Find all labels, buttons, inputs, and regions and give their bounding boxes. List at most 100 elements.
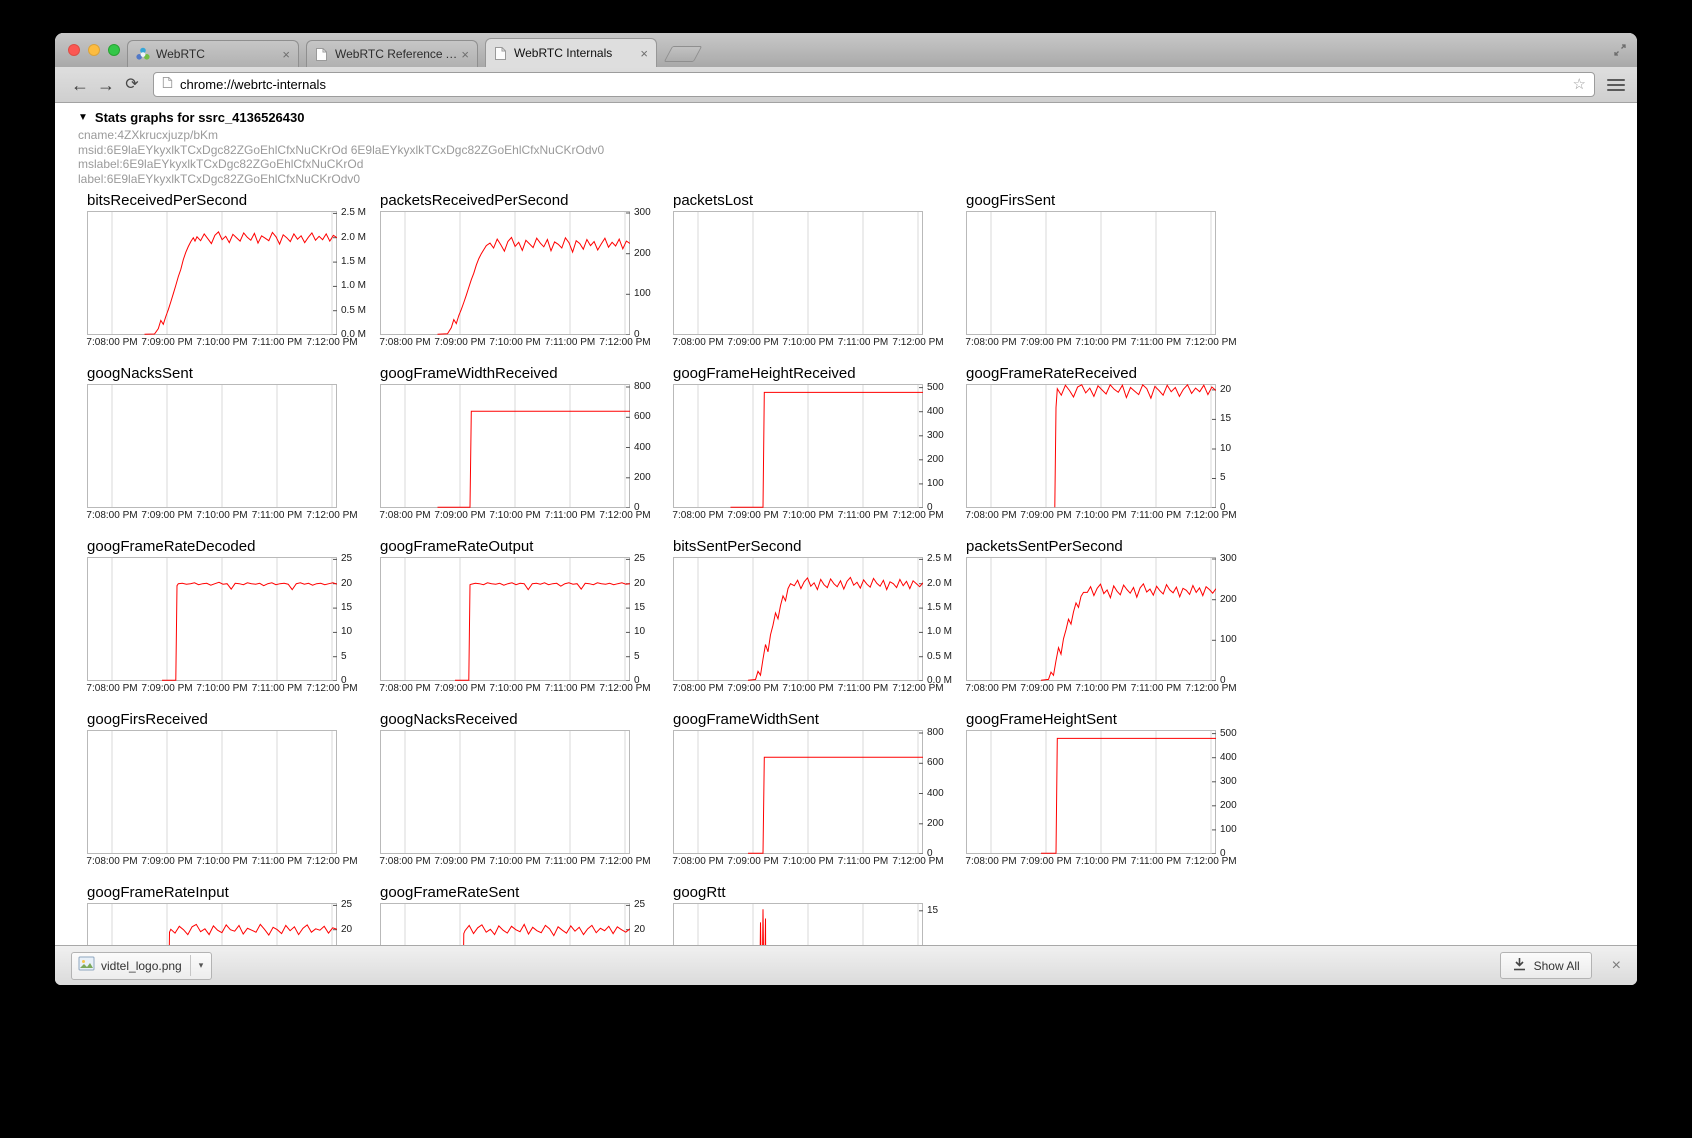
x-axis-tick: 7:11:00 PM	[252, 510, 302, 521]
x-axis-tick: 7:10:00 PM	[1075, 683, 1126, 694]
y-axis-tick: 600	[634, 412, 651, 422]
chart-plot	[87, 384, 365, 508]
x-axis-tick: 7:08:00 PM	[86, 510, 137, 521]
chart-canvas	[673, 557, 923, 681]
bookmark-star-icon[interactable]: ☆	[1573, 77, 1586, 92]
stats-header: ▼ Stats graphs for ssrc_4136526430	[78, 109, 1637, 126]
show-all-button[interactable]: Show All	[1500, 952, 1592, 979]
downloads-bar: vidtel_logo.png ▾ Show All ×	[55, 945, 1637, 985]
y-axis-tick: 300	[634, 208, 651, 218]
y-axis-tick: 400	[634, 443, 651, 453]
reload-button[interactable]: ⟳	[119, 75, 145, 95]
x-axis-tick: 7:09:00 PM	[1020, 856, 1071, 867]
y-axis-tick: 15	[927, 906, 938, 916]
chart-title: googFrameRateInput	[87, 884, 365, 903]
back-button[interactable]: ←	[67, 75, 93, 95]
y-axis-tick: 5	[634, 652, 640, 662]
chart-canvas	[87, 384, 337, 508]
y-axis-tick: 5	[1220, 473, 1226, 483]
x-axis-labels: 7:08:00 PM7:09:00 PM7:10:00 PM7:11:00 PM…	[966, 508, 1216, 521]
chart-plot	[673, 211, 951, 335]
x-axis-tick: 7:08:00 PM	[965, 510, 1016, 521]
download-caret-icon[interactable]: ▾	[190, 955, 208, 976]
x-axis-tick: 7:12:00 PM	[1185, 856, 1236, 867]
chart-plot: 8006004002000	[673, 730, 951, 854]
tab-close-icon[interactable]: ×	[461, 48, 469, 61]
download-item[interactable]: vidtel_logo.png ▾	[71, 952, 212, 980]
x-axis-tick: 7:10:00 PM	[196, 337, 247, 348]
x-axis-tick: 7:12:00 PM	[306, 856, 357, 867]
x-axis-labels: 7:08:00 PM7:09:00 PM7:10:00 PM7:11:00 PM…	[380, 681, 630, 694]
y-axis-tick: 5	[341, 652, 347, 662]
tab-webrtc[interactable]: WebRTC×	[127, 40, 299, 67]
url-input[interactable]: chrome://webrtc-internals	[180, 77, 1573, 92]
x-axis-labels: 7:08:00 PM7:09:00 PM7:10:00 PM7:11:00 PM…	[966, 335, 1216, 348]
chart-plot: 2.5 M2.0 M1.5 M1.0 M0.5 M0.0 M	[87, 211, 365, 335]
charts-grid: bitsReceivedPerSecond2.5 M2.0 M1.5 M1.0 …	[87, 192, 1637, 945]
y-axis-tick: 1.5 M	[341, 257, 366, 267]
menu-icon[interactable]	[1607, 79, 1625, 91]
x-axis-labels: 7:08:00 PM7:09:00 PM7:10:00 PM7:11:00 PM…	[87, 854, 337, 867]
x-axis-tick: 7:11:00 PM	[838, 856, 888, 867]
x-axis-tick: 7:10:00 PM	[196, 510, 247, 521]
tab-close-icon[interactable]: ×	[282, 48, 290, 61]
y-axis-tick: 2.0 M	[927, 579, 952, 589]
x-axis-tick: 7:08:00 PM	[965, 337, 1016, 348]
x-axis-tick: 7:09:00 PM	[434, 337, 485, 348]
chart-canvas	[380, 211, 630, 335]
chart-title: packetsReceivedPerSecond	[380, 192, 658, 211]
x-axis-tick: 7:09:00 PM	[141, 337, 192, 348]
x-axis-tick: 7:12:00 PM	[892, 856, 943, 867]
chart-plot: 2520151050	[87, 903, 365, 945]
chart-googFrameWidthSent: googFrameWidthSent80060040020007:08:00 P…	[673, 711, 951, 867]
chart-googRtt: googRtt1510507:08:00 PM7:09:00 PM7:10:00…	[673, 884, 951, 945]
x-axis-tick: 7:11:00 PM	[545, 856, 595, 867]
y-axis-tick: 100	[927, 479, 944, 489]
y-axis-tick: 400	[1220, 753, 1237, 763]
close-downloads-icon[interactable]: ×	[1612, 958, 1621, 974]
y-axis-tick: 500	[1220, 729, 1237, 739]
y-axis-tick: 200	[634, 249, 651, 259]
tab-close-icon[interactable]: ×	[640, 47, 648, 60]
minimize-window-button[interactable]	[88, 44, 100, 56]
chart-googFrameRateDecoded: googFrameRateDecoded25201510507:08:00 PM…	[87, 538, 365, 694]
chart-googFirsSent: googFirsSent7:08:00 PM7:09:00 PM7:10:00 …	[966, 192, 1244, 348]
stream-meta: cname:4ZXkrucxjuzp/bKmmsid:6E9laEYkyxlkT…	[78, 128, 1637, 186]
x-axis-labels: 7:08:00 PM7:09:00 PM7:10:00 PM7:11:00 PM…	[966, 681, 1216, 694]
chart-title: googFrameRateReceived	[966, 365, 1244, 384]
x-axis-tick: 7:09:00 PM	[1020, 510, 1071, 521]
chart-canvas	[673, 730, 923, 854]
x-axis-labels: 7:08:00 PM7:09:00 PM7:10:00 PM7:11:00 PM…	[673, 854, 923, 867]
x-axis-tick: 7:11:00 PM	[252, 683, 302, 694]
chart-canvas	[380, 730, 630, 854]
new-tab-button[interactable]	[664, 46, 703, 62]
fullscreen-icon[interactable]	[1613, 43, 1627, 62]
y-axis-tick: 500	[927, 383, 944, 393]
x-axis-labels: 7:08:00 PM7:09:00 PM7:10:00 PM7:11:00 PM…	[87, 681, 337, 694]
x-axis-tick: 7:09:00 PM	[1020, 683, 1071, 694]
y-axis-tick: 800	[634, 382, 651, 392]
chart-plot	[966, 211, 1244, 335]
chart-title: googFrameRateSent	[380, 884, 658, 903]
chart-plot: 2520151050	[87, 557, 365, 681]
x-axis-tick: 7:09:00 PM	[727, 337, 778, 348]
collapse-triangle-icon[interactable]: ▼	[78, 112, 88, 123]
x-axis-tick: 7:10:00 PM	[489, 510, 540, 521]
chart-googFrameWidthReceived: googFrameWidthReceived80060040020007:08:…	[380, 365, 658, 521]
forward-button[interactable]: →	[93, 75, 119, 95]
chart-canvas	[87, 730, 337, 854]
tab-label: WebRTC Internals	[514, 46, 636, 60]
zoom-window-button[interactable]	[108, 44, 120, 56]
url-bar[interactable]: chrome://webrtc-internals ☆	[153, 72, 1595, 97]
chart-title: googFirsReceived	[87, 711, 365, 730]
x-axis-tick: 7:08:00 PM	[379, 856, 430, 867]
close-window-button[interactable]	[68, 44, 80, 56]
image-file-icon	[78, 955, 95, 977]
tab-webrtc-reference-app[interactable]: WebRTC Reference App×	[306, 40, 478, 67]
tab-webrtc-internals[interactable]: WebRTC Internals ×	[485, 38, 657, 67]
tab-strip: WebRTC× WebRTC Reference App× WebRTC Inter…	[55, 33, 1637, 67]
x-axis-tick: 7:10:00 PM	[489, 856, 540, 867]
chart-canvas	[380, 903, 630, 945]
download-filename: vidtel_logo.png	[101, 959, 182, 973]
x-axis-tick: 7:12:00 PM	[599, 683, 650, 694]
